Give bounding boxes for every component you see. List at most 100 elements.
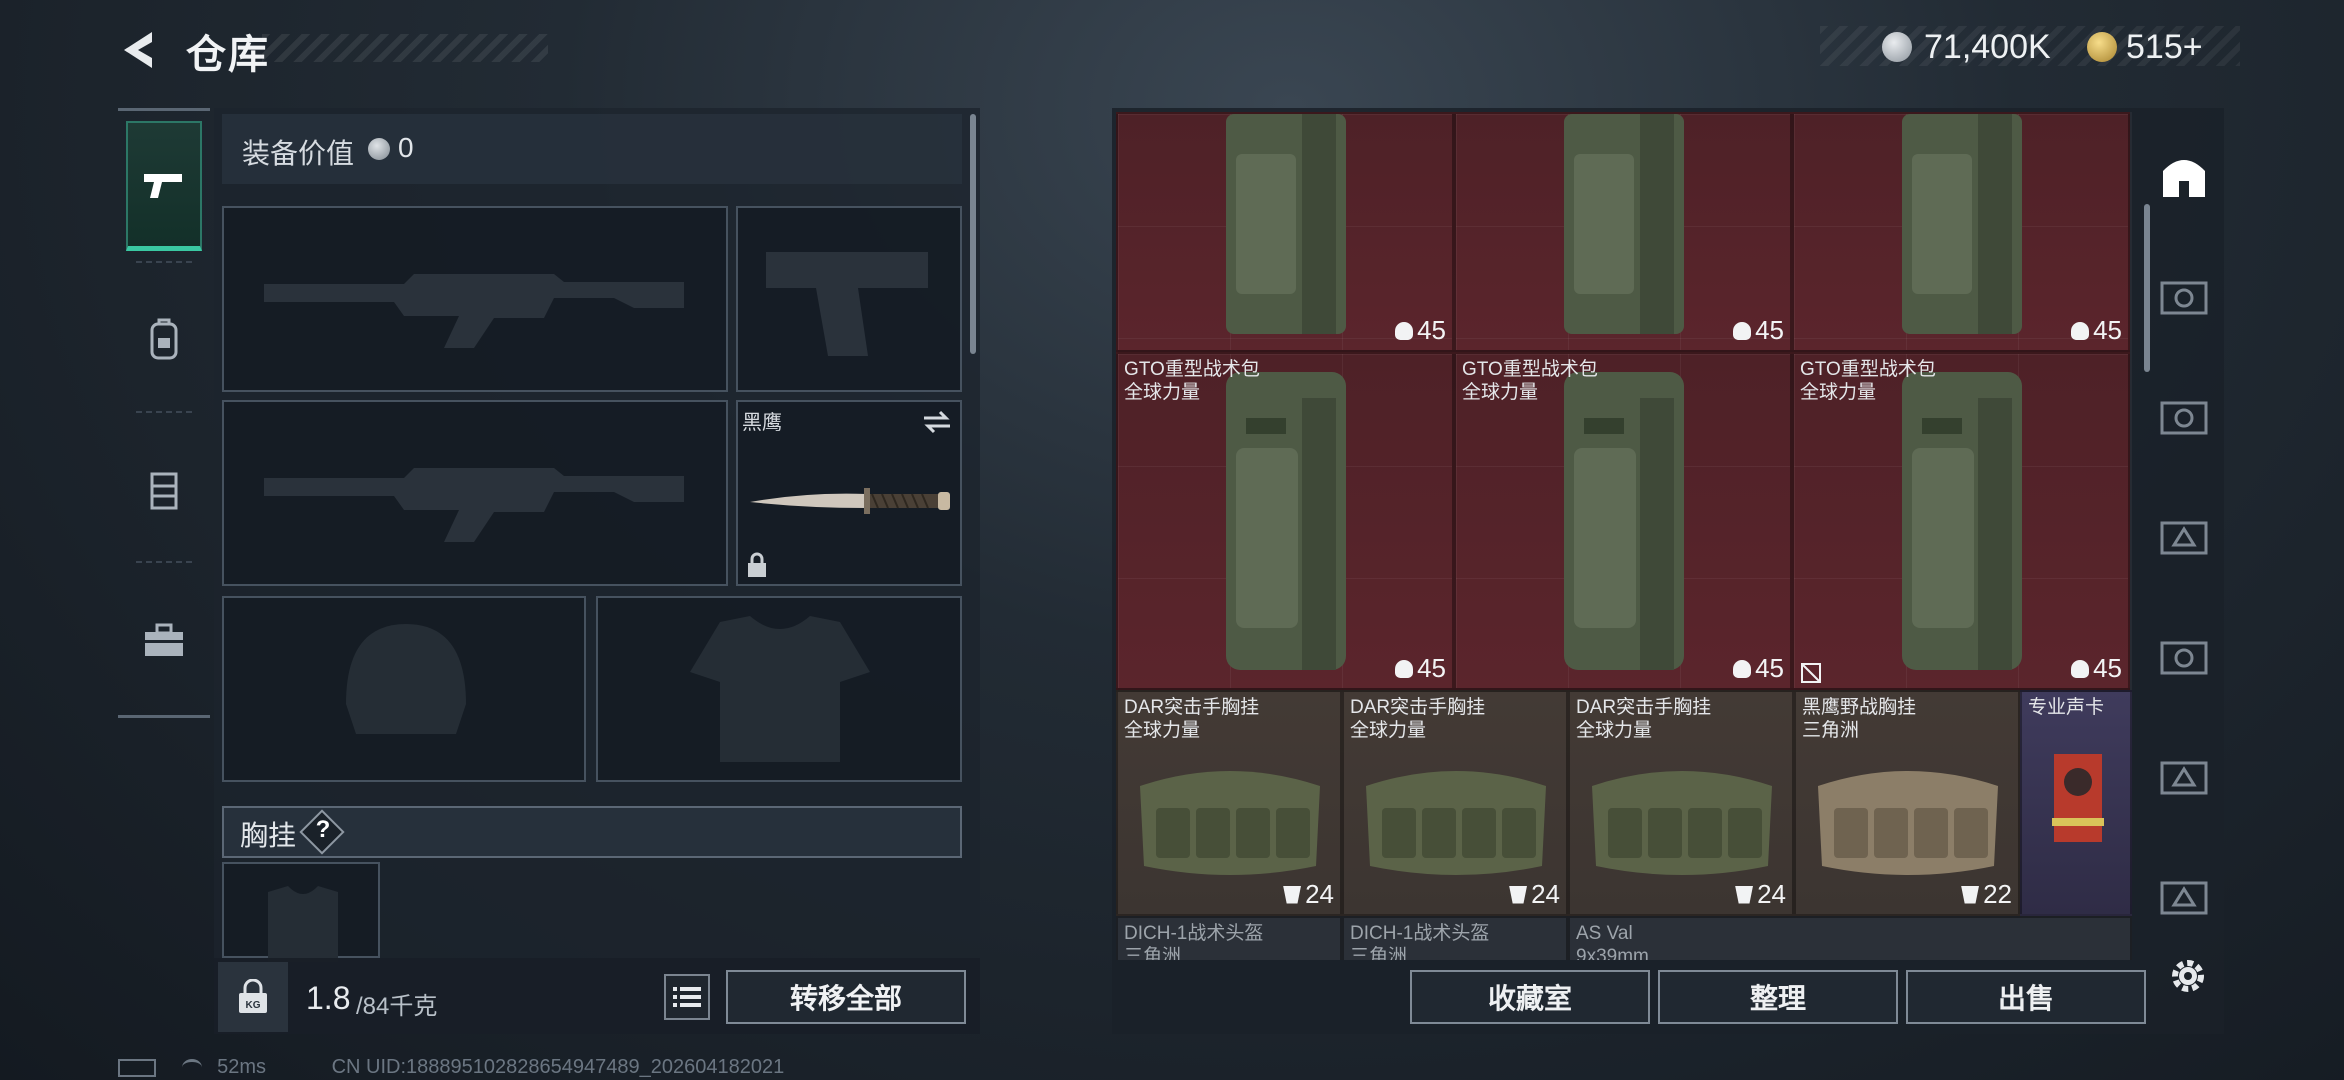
svg-text:KG: KG (246, 1000, 261, 1011)
durability: 45 (2071, 315, 2122, 346)
wifi-icon (181, 1059, 202, 1076)
capacity-current: 1.8 (306, 980, 351, 1016)
item-class-icon (2160, 761, 2208, 795)
item-name: DAR突击手胸挂 全球力量 (1350, 697, 1486, 741)
item-name: DICH-1战术头盔 三角洲 (1350, 923, 1490, 960)
stash-item-chest-rig[interactable]: 黑鹰野战胸挂 三角洲 22 (1794, 690, 2020, 916)
durability: 45 (1395, 315, 1446, 346)
secondary-weapon-slot[interactable] (222, 400, 728, 586)
weight-lock-button[interactable]: KG (218, 962, 288, 1032)
filter-category-4[interactable] (2156, 628, 2212, 684)
durability: 45 (1733, 653, 1784, 684)
helmet-slot[interactable] (222, 596, 586, 782)
backpack-item-icon (1564, 372, 1684, 670)
stash-item-weapon[interactable]: AS Val 9x39mm (1568, 916, 2132, 960)
item-class-icon (2160, 521, 2208, 555)
coin-currency-value[interactable]: 71,400K (1924, 28, 2051, 67)
backpack-item-icon (1226, 114, 1346, 334)
item-class-icon (2160, 281, 2208, 315)
backpack-item-icon (1564, 114, 1684, 334)
page-title: 仓库 (186, 33, 270, 77)
collection-room-button[interactable]: 收藏室 (1410, 970, 1650, 1024)
organize-button[interactable]: 整理 (1658, 970, 1898, 1024)
stash-item-backpack[interactable]: 45 (1792, 112, 2130, 352)
primary-weapon-slot[interactable] (222, 206, 728, 392)
backpack-item-icon (1902, 114, 2022, 334)
swap-icon[interactable] (922, 410, 952, 434)
user-uid: CN UID:188895102828654947489_20260418202… (331, 1056, 785, 1078)
item-class-icon (2160, 881, 2208, 915)
stash-item-backpack[interactable]: 45 (1116, 112, 1454, 352)
item-class-icon (2160, 641, 2208, 675)
back-button[interactable] (112, 24, 164, 76)
filter-category-5[interactable] (2156, 748, 2212, 804)
no-trade-icon (1801, 663, 1821, 683)
rifle-silhouette-icon (264, 274, 684, 348)
durability: 45 (1395, 653, 1446, 684)
knife-icon (750, 488, 950, 514)
stash-item-helmet[interactable]: DICH-1战术头盔 三角洲 (1116, 916, 1342, 960)
status-bar: 52ms CN UID:188895102828654947489_202604… (118, 1056, 784, 1079)
pistol-icon (144, 173, 182, 198)
stash-item-chest-rig[interactable]: DAR突击手胸挂 全球力量 24 (1568, 690, 1794, 916)
tab-weapons[interactable] (126, 121, 202, 251)
sell-button[interactable]: 出售 (1906, 970, 2146, 1024)
item-name: GTO重型战术包 全球力量 (1462, 359, 1598, 403)
title-decoration (262, 34, 548, 62)
stash-grid: 45 45 45 GTO重型战术包 全球力量 45 GTO重型战术包 全球力量 … (1116, 112, 2132, 960)
item-name: 专业声卡 (2028, 697, 2105, 718)
chest-rig-item-icon (1818, 771, 1998, 875)
settings-button[interactable] (2160, 948, 2216, 1004)
pistol-slot[interactable] (736, 206, 962, 392)
durability: 45 (2071, 653, 2122, 684)
stash-item-helmet[interactable]: DICH-1战术头盔 三角洲 (1342, 916, 1568, 960)
stash-scrollbar[interactable] (2144, 204, 2150, 372)
chest-rig-label: 胸挂 (240, 820, 297, 851)
stash-item-backpack[interactable]: GTO重型战术包 全球力量 45 (1116, 352, 1454, 690)
stash-item-backpack[interactable]: 45 (1454, 112, 1792, 352)
equipment-value: 0 (398, 132, 414, 163)
item-class-icon (2160, 401, 2208, 435)
gold-currency-value[interactable]: 515+ (2126, 28, 2203, 67)
chest-rig-item-icon (1592, 771, 1772, 875)
list-icon (673, 987, 701, 1007)
filter-category-3[interactable] (2156, 508, 2212, 564)
transfer-all-button[interactable]: 转移全部 (726, 970, 966, 1024)
loadout-scrollbar[interactable] (970, 114, 976, 354)
item-name: AS Val 9x39mm (1576, 923, 1649, 960)
stash-item-sound-card[interactable]: 专业声卡 (2020, 690, 2132, 916)
weight-lock-icon: KG (239, 979, 267, 1013)
stash-item-chest-rig[interactable]: DAR突击手胸挂 全球力量 24 (1342, 690, 1568, 916)
filter-category-6[interactable] (2156, 868, 2212, 924)
helmet-silhouette-icon (346, 624, 466, 734)
ping-value: 52ms (217, 1056, 267, 1078)
equipment-value-label: 装备价值 (242, 138, 355, 169)
stash-home-icon (2163, 160, 2205, 197)
sound-card-item-icon (2052, 754, 2104, 842)
stash-item-backpack[interactable]: GTO重型战术包 全球力量 45 (1792, 352, 2130, 690)
stash-item-chest-rig[interactable]: DAR突击手胸挂 全球力量 24 (1116, 690, 1342, 916)
category-sidebar (118, 108, 210, 718)
filter-category-2[interactable] (2156, 388, 2212, 444)
filter-all[interactable] (2156, 148, 2212, 204)
tab-toolbox[interactable] (126, 575, 202, 705)
item-name: 黑鹰野战胸挂 三角洲 (1802, 697, 1917, 741)
back-arrow-icon (124, 32, 152, 68)
filter-category-1[interactable] (2156, 268, 2212, 324)
coin-currency-icon (1882, 32, 1912, 62)
backpack-icon (150, 318, 178, 360)
tab-chest-rig[interactable] (126, 425, 202, 555)
durability: 24 (1735, 879, 1786, 910)
chest-rig-slot[interactable] (222, 862, 380, 962)
coin-icon (368, 138, 390, 160)
list-view-button[interactable] (664, 974, 710, 1020)
backpack-item-icon (1902, 372, 2022, 670)
durability: 24 (1509, 879, 1560, 910)
stash-item-backpack[interactable]: GTO重型战术包 全球力量 45 (1454, 352, 1792, 690)
item-name: DAR突击手胸挂 全球力量 (1576, 697, 1712, 741)
item-name: DICH-1战术头盔 三角洲 (1124, 923, 1264, 960)
armor-slot[interactable] (596, 596, 962, 782)
tab-backpack[interactable] (126, 275, 202, 405)
help-icon-text: ? (315, 816, 331, 843)
toolbox-icon (145, 623, 183, 656)
